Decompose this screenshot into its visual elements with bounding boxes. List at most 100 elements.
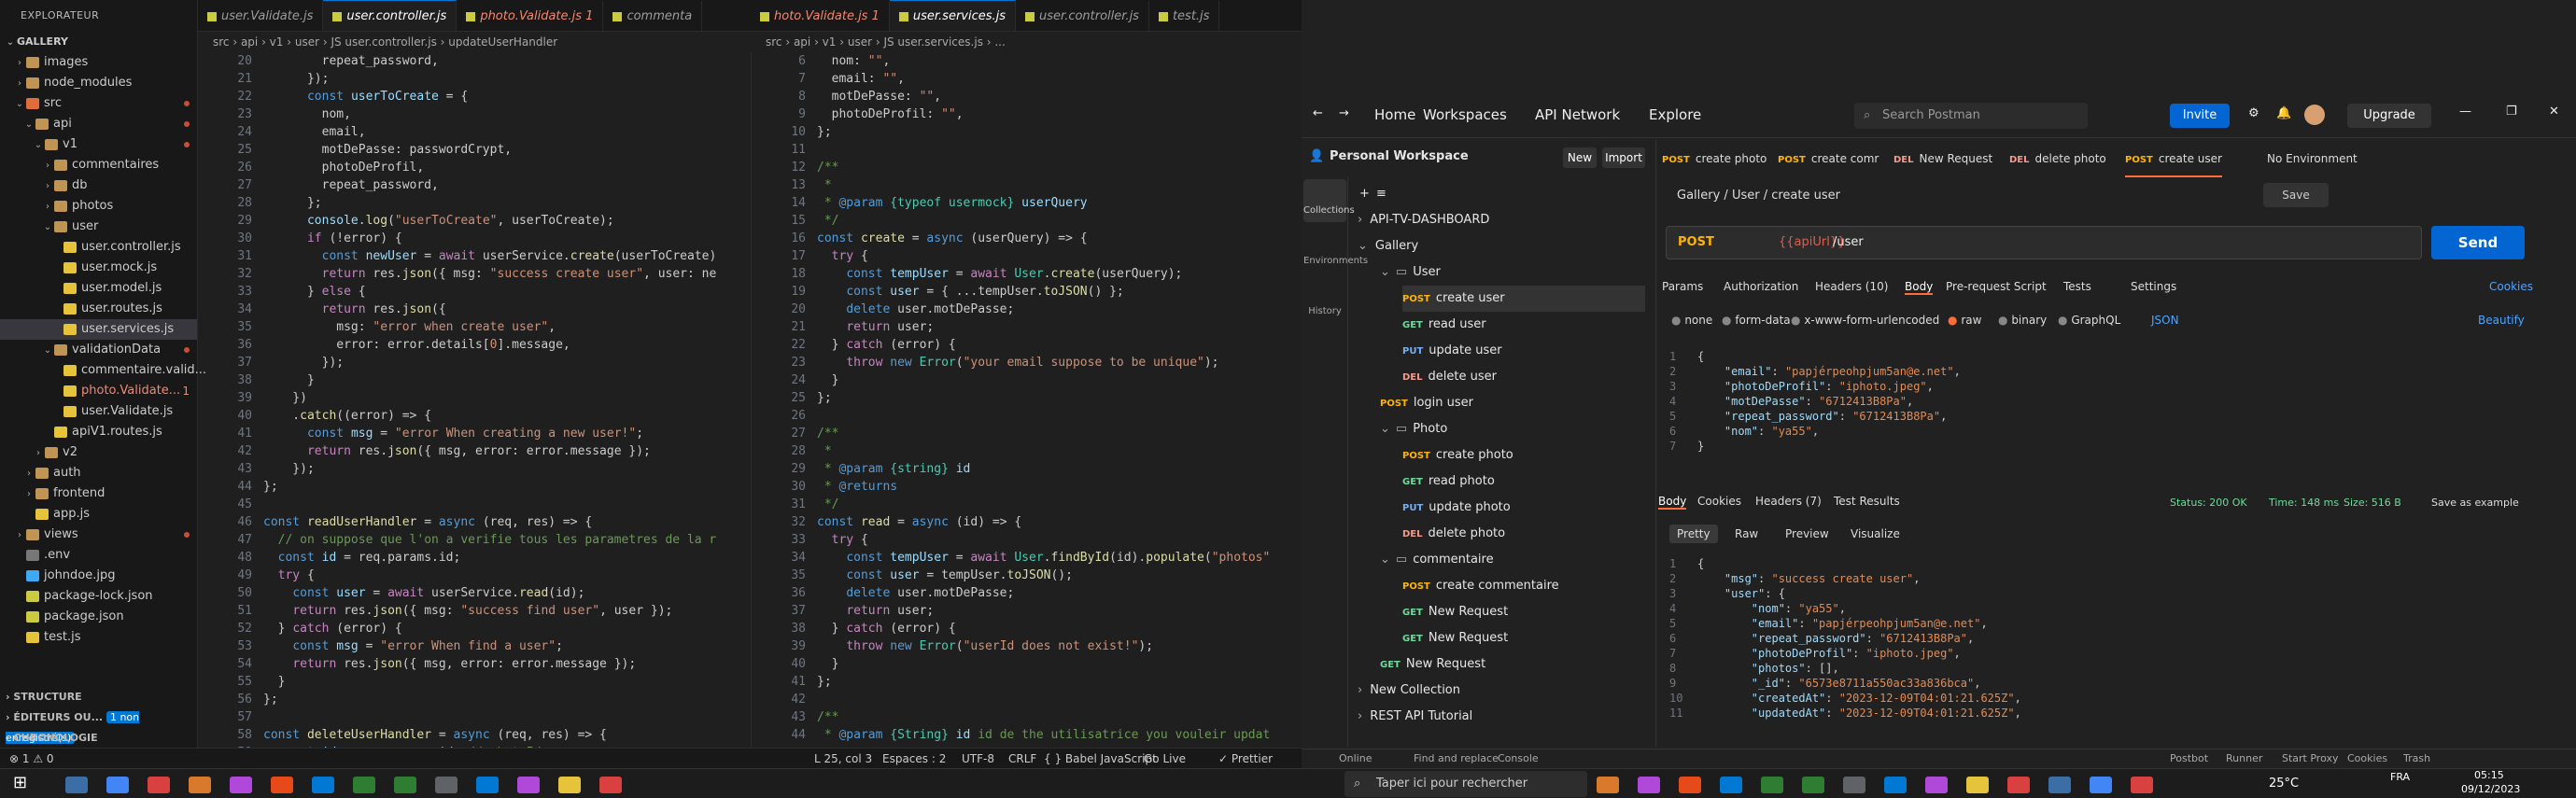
taskbar-app-icon[interactable] xyxy=(230,777,252,793)
collection-item[interactable]: POST create photo xyxy=(1402,442,1513,469)
status-bar-item[interactable]: Trash xyxy=(2403,752,2430,764)
status-bar-item[interactable]: Console xyxy=(1498,752,1539,764)
tree-item[interactable]: › commentaires xyxy=(0,155,197,175)
tree-item[interactable]: ⌄ validationData xyxy=(0,340,197,360)
avatar[interactable] xyxy=(2304,105,2325,125)
tree-item[interactable]: package-lock.json xyxy=(0,586,197,607)
collection-item[interactable]: GET New Request xyxy=(1402,625,1508,651)
tree-item[interactable]: ⌄ v1 xyxy=(0,134,197,155)
indent-setting[interactable]: Espaces : 2 xyxy=(882,749,946,769)
eol[interactable]: CRLF xyxy=(1008,749,1036,769)
collection-item[interactable]: ⌄ ▭ Photo xyxy=(1380,416,1447,442)
request-config-tab[interactable]: Headers (10) xyxy=(1815,280,1888,293)
collection-item[interactable]: GET New Request xyxy=(1402,599,1508,625)
tree-item[interactable]: user.Validate.js xyxy=(0,401,197,422)
taskbar-app-icon[interactable] xyxy=(599,777,622,793)
taskbar-app-icon[interactable] xyxy=(1597,777,1619,793)
editor-tab[interactable]: user.services.js xyxy=(889,0,1017,31)
clock-date[interactable]: 09/12/2023 xyxy=(2461,783,2520,795)
collection-item[interactable]: POST login user xyxy=(1380,390,1473,416)
collection-item[interactable]: › REST API Tutorial xyxy=(1358,704,1472,730)
taskbar-app-icon[interactable] xyxy=(1884,777,1907,793)
import-button[interactable]: Import xyxy=(1602,147,1645,168)
tree-item[interactable]: › frontend xyxy=(0,483,197,504)
body-type-radio[interactable]: ● form-data xyxy=(1722,314,1791,327)
tree-item[interactable]: › db xyxy=(0,175,197,196)
collection-item[interactable]: › API-TV-DASHBOARD xyxy=(1358,207,1489,233)
editor-tab[interactable]: user.Validate.js xyxy=(198,1,324,31)
send-button[interactable]: Send xyxy=(2431,226,2525,259)
taskbar-app-icon[interactable] xyxy=(1761,777,1783,793)
collection-item[interactable]: PUT update user xyxy=(1402,338,1502,364)
beautify-link[interactable]: Beautify xyxy=(2478,314,2525,327)
collection-item[interactable]: POST create commentaire xyxy=(1402,573,1559,599)
tree-item[interactable]: app.js xyxy=(0,504,197,525)
body-type-radio[interactable]: ● x-www-form-urlencoded xyxy=(1791,314,1939,327)
editor-tab[interactable]: test.js xyxy=(1149,1,1220,31)
workspace-root[interactable]: ⌄ GALLERY xyxy=(0,32,197,52)
tree-item[interactable]: test.js xyxy=(0,627,197,648)
request-config-tab[interactable]: Authorization xyxy=(1724,280,1798,293)
tree-item[interactable]: ⌄ user xyxy=(0,217,197,237)
forward-icon[interactable]: → xyxy=(1339,106,1349,120)
taskbar-app-icon[interactable] xyxy=(1925,777,1948,793)
nav-home[interactable]: Home xyxy=(1374,106,1415,123)
timeline-section[interactable]: › CHRONOLOGIE xyxy=(0,728,198,749)
tree-item[interactable]: .env xyxy=(0,545,197,566)
code-editor-left[interactable]: 20 repeat_password, 21 }); 22 const userTo… xyxy=(198,52,751,748)
taskbar-app-icon[interactable] xyxy=(1966,777,1989,793)
tree-item[interactable]: photo.Validate... 1 xyxy=(0,381,197,401)
tree-item[interactable]: › views xyxy=(0,525,197,545)
body-type-radio[interactable]: ● none xyxy=(1671,314,1712,327)
editor-tab[interactable]: user.controller.js xyxy=(323,0,457,31)
request-config-tab[interactable]: Params xyxy=(1662,280,1703,293)
taskbar-app-icon[interactable] xyxy=(312,777,334,793)
body-type-radio[interactable]: ● binary xyxy=(1998,314,2047,327)
problems-count[interactable]: ⊗ 1 ⚠ 0 xyxy=(9,749,54,769)
tree-item[interactable]: › images xyxy=(0,52,197,73)
language[interactable]: FRA xyxy=(2390,771,2410,783)
tree-item[interactable]: user.services.js xyxy=(0,319,197,340)
body-type-radio[interactable]: ● GraphQL xyxy=(2058,314,2120,327)
status-bar-item[interactable]: Start Proxy xyxy=(2282,752,2339,764)
status-bar-item[interactable]: Postbot xyxy=(2170,752,2208,764)
response-tab[interactable]: Test Results xyxy=(1834,495,1900,508)
request-tab[interactable]: DEL New Request xyxy=(1893,140,1992,177)
taskbar-app-icon[interactable] xyxy=(2007,777,2030,793)
collection-item[interactable]: GET read user xyxy=(1402,312,1486,338)
request-config-tab[interactable]: Tests xyxy=(2063,280,2091,293)
taskbar-app-icon[interactable] xyxy=(148,777,170,793)
taskbar-app-icon[interactable] xyxy=(517,777,540,793)
response-view-tab[interactable]: Visualize xyxy=(1843,525,1907,543)
nav-workspaces[interactable]: Workspaces xyxy=(1423,106,1507,123)
tree-item[interactable]: ⌄ api xyxy=(0,114,197,134)
json-select[interactable]: JSON xyxy=(2151,314,2179,327)
windows-start-icon[interactable]: ⊞ xyxy=(13,773,27,792)
request-body-editor[interactable]: 1{2 "email": "papjérpeohpjum5an@e.net", 3… xyxy=(1669,349,2528,454)
taskbar-app-icon[interactable] xyxy=(1720,777,1742,793)
tree-item[interactable]: user.routes.js xyxy=(0,299,197,319)
invite-button[interactable]: Invite xyxy=(2170,104,2230,128)
tree-item[interactable]: › photos xyxy=(0,196,197,217)
editor-tab[interactable]: user.controller.js xyxy=(1016,1,1149,31)
upgrade-button[interactable]: Upgrade xyxy=(2347,104,2431,128)
structure-section[interactable]: › STRUCTURE xyxy=(0,687,198,707)
tree-item[interactable]: › v2 xyxy=(0,442,197,463)
language-mode[interactable]: { } Babel JavaScript xyxy=(1044,749,1157,769)
filter-icon[interactable]: ≡ xyxy=(1376,181,1387,207)
editor-tab[interactable]: photo.Validate.js 1 xyxy=(457,1,604,31)
bell-icon[interactable]: 🔔 xyxy=(2276,106,2291,120)
taskbar-app-icon[interactable] xyxy=(1843,777,1865,793)
maximize-icon[interactable]: ❐ xyxy=(2506,105,2517,119)
taskbar-app-icon[interactable] xyxy=(1802,777,1824,793)
settings-icon[interactable]: ⚙ xyxy=(2248,106,2259,120)
collection-item[interactable]: ⌄ ▭ commentaire xyxy=(1380,547,1494,573)
taskbar-app-icon[interactable] xyxy=(476,777,499,793)
tree-item[interactable]: package.json xyxy=(0,607,197,627)
taskbar-app-icon[interactable] xyxy=(189,777,211,793)
request-tab[interactable]: POST create comr xyxy=(1778,140,1879,177)
collection-item[interactable]: POST create user xyxy=(1402,286,1645,312)
taskbar-app-icon[interactable] xyxy=(1638,777,1660,793)
response-tab[interactable]: Body xyxy=(1658,495,1687,510)
collection-item[interactable]: ⌄ ▭ User xyxy=(1380,259,1441,286)
